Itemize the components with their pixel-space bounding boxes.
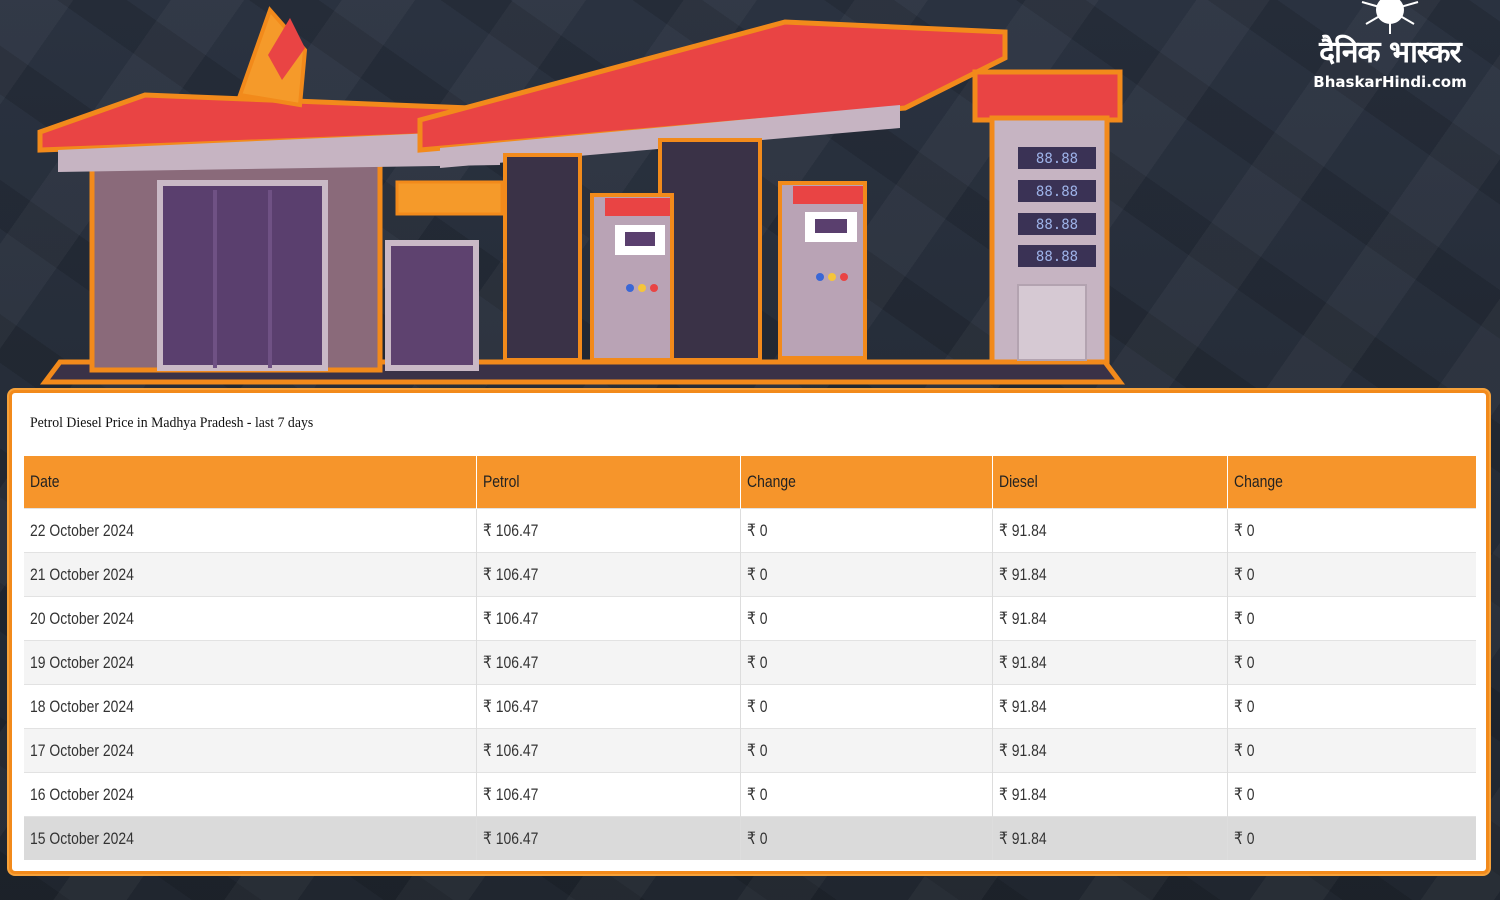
cell-petrol: ₹ 106.47 [476,552,741,597]
price-display: 88.88 [1036,151,1078,167]
table-row: 22 October 2024 ₹ 106.47 ₹ 0 ₹ 91.84 ₹ 0 [24,508,1476,553]
cell-diesel: ₹ 91.84 [992,772,1228,817]
cell-diesel-change: ₹ 0 [1227,772,1476,817]
header-petrol-change: Change [740,456,993,509]
table-row: 18 October 2024 ₹ 106.47 ₹ 0 ₹ 91.84 ₹ 0 [24,684,1476,729]
cell-diesel-change: ₹ 0 [1227,728,1476,773]
cell-petrol-change: ₹ 0 [740,772,993,817]
cell-petrol: ₹ 106.47 [476,640,741,685]
cell-petrol: ₹ 106.47 [476,816,741,860]
price-tower-top [972,69,1123,123]
gas-station-illustration: 88.88 88.88 88.88 88.88 [37,6,1125,385]
price-table-panel: Petrol Diesel Price in Madhya Pradesh - … [9,390,1489,874]
brand-name: दैनिक भास्कर [1319,35,1462,70]
table-title: Petrol Diesel Price in Madhya Pradesh - … [30,415,314,431]
cell-petrol-change: ₹ 0 [740,596,993,641]
cell-diesel: ₹ 91.84 [992,552,1228,597]
table-row: 19 October 2024 ₹ 106.47 ₹ 0 ₹ 91.84 ₹ 0 [24,640,1476,685]
cell-petrol: ₹ 106.47 [476,684,741,729]
table-row: 20 October 2024 ₹ 106.47 ₹ 0 ₹ 91.84 ₹ 0 [24,596,1476,641]
header-diesel: Diesel [992,456,1228,509]
cell-date: 17 October 2024 [24,728,477,773]
cell-diesel: ₹ 91.84 [992,640,1228,685]
price-display: 88.88 [1036,184,1078,200]
cell-diesel: ₹ 91.84 [992,684,1228,729]
price-display: 88.88 [1036,249,1078,265]
cell-date: 21 October 2024 [24,552,477,597]
price-display: 88.88 [1036,217,1078,233]
canopy-pillar [503,153,582,362]
fuel-pump [778,181,867,360]
cell-petrol: ₹ 106.47 [476,772,741,817]
cell-petrol-change: ₹ 0 [740,508,993,553]
cell-petrol-change: ₹ 0 [740,640,993,685]
header-petrol: Petrol [476,456,741,509]
header-date: Date [24,456,477,509]
station-window [157,180,328,371]
table-row: 15 October 2024 ₹ 106.47 ₹ 0 ₹ 91.84 ₹ 0 [24,816,1476,860]
header-diesel-change: Change [1227,456,1476,509]
table-row: 21 October 2024 ₹ 106.47 ₹ 0 ₹ 91.84 ₹ 0 [24,552,1476,597]
cell-diesel-change: ₹ 0 [1227,640,1476,685]
cell-diesel: ₹ 91.84 [992,508,1228,553]
brand-logo[interactable]: दैनिक भास्कर BhaskarHindi.com [1290,0,1490,95]
cell-diesel-change: ₹ 0 [1227,816,1476,860]
cell-diesel-change: ₹ 0 [1227,596,1476,641]
brand-domain: BhaskarHindi.com [1313,73,1467,91]
station-sign-bar [395,180,504,216]
cell-petrol: ₹ 106.47 [476,728,741,773]
station-door [385,240,479,371]
cell-diesel-change: ₹ 0 [1227,508,1476,553]
cell-petrol: ₹ 106.47 [476,596,741,641]
cell-date: 18 October 2024 [24,684,477,729]
cell-diesel: ₹ 91.84 [992,596,1228,641]
cell-diesel: ₹ 91.84 [992,728,1228,773]
cell-diesel-change: ₹ 0 [1227,684,1476,729]
cell-date: 16 October 2024 [24,772,477,817]
fuel-pump [590,193,674,362]
table-row: 16 October 2024 ₹ 106.47 ₹ 0 ₹ 91.84 ₹ 0 [24,772,1476,817]
cell-petrol: ₹ 106.47 [476,508,741,553]
cell-date: 15 October 2024 [24,816,477,860]
table-row: 17 October 2024 ₹ 106.47 ₹ 0 ₹ 91.84 ₹ 0 [24,728,1476,773]
cell-date: 22 October 2024 [24,508,477,553]
price-table: Date Petrol Change Diesel Change 22 Octo… [24,456,1476,860]
cell-diesel: ₹ 91.84 [992,816,1228,860]
table-header-row: Date Petrol Change Diesel Change [24,456,1476,509]
cell-date: 19 October 2024 [24,640,477,685]
cell-petrol-change: ₹ 0 [740,728,993,773]
cell-petrol-change: ₹ 0 [740,684,993,729]
canopy-pillar [658,138,762,362]
cell-date: 20 October 2024 [24,596,477,641]
cell-diesel-change: ₹ 0 [1227,552,1476,597]
cell-petrol-change: ₹ 0 [740,552,993,597]
cell-petrol-change: ₹ 0 [740,816,993,860]
